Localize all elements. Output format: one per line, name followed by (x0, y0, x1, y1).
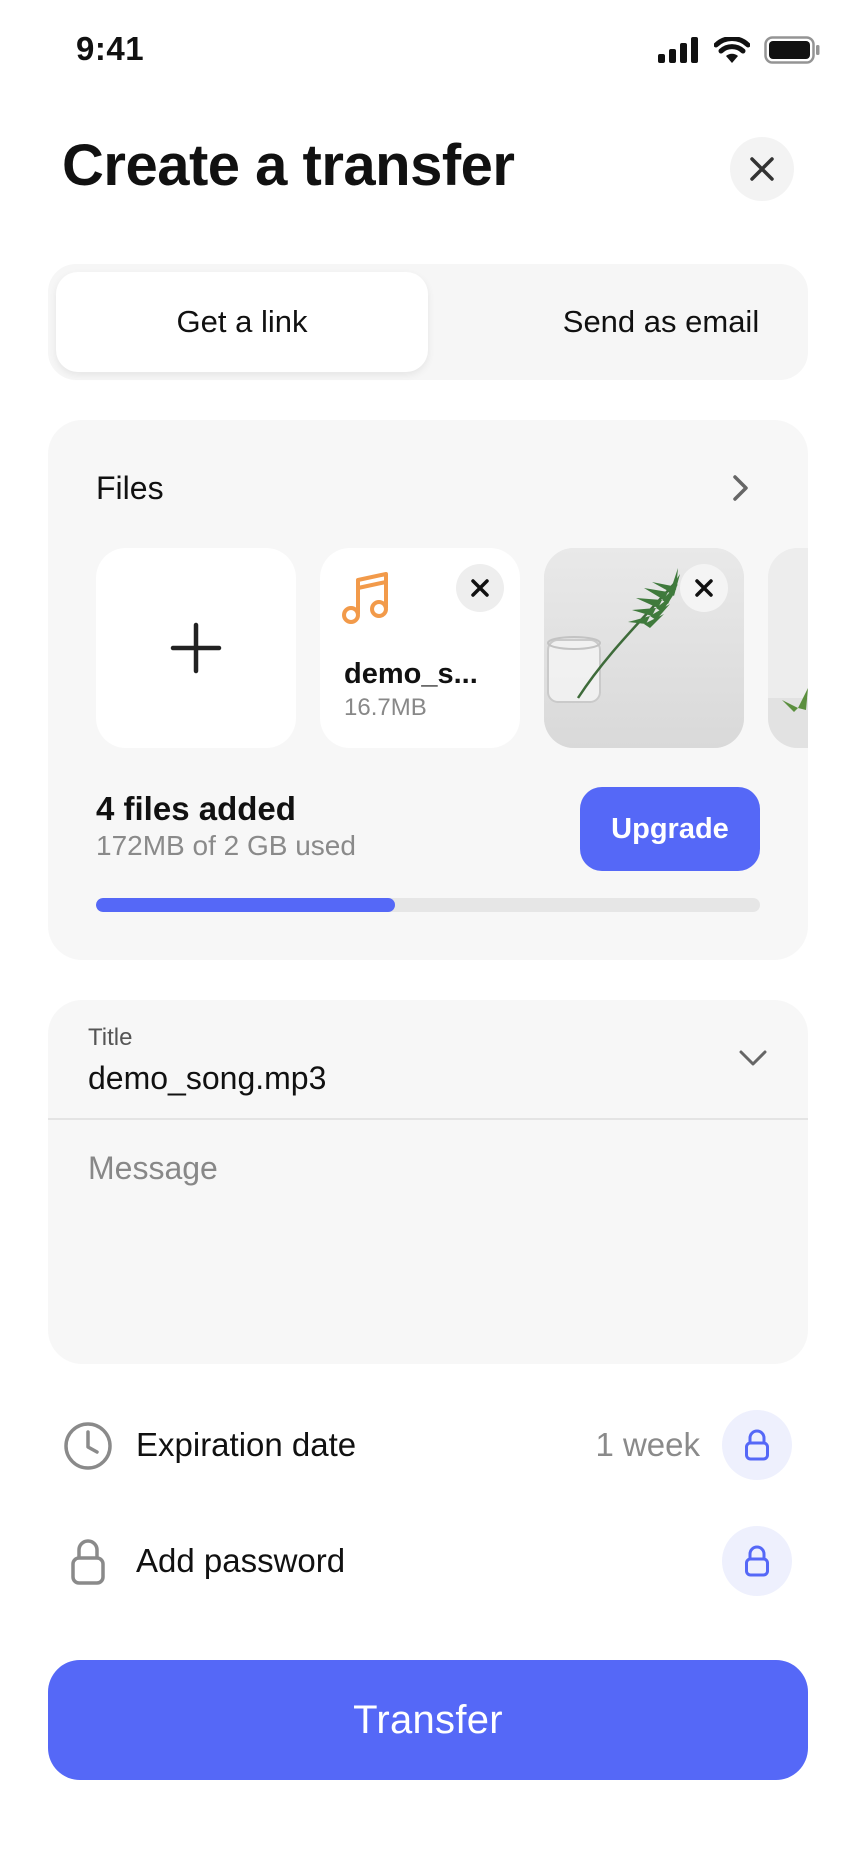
expiration-date-value: 1 week (595, 1426, 700, 1463)
storage-progress-bar (96, 898, 760, 912)
premium-lock-badge[interactable] (722, 1526, 792, 1596)
cellular-signal-icon (658, 37, 698, 63)
remove-file-button[interactable] (680, 564, 728, 612)
close-button[interactable] (730, 137, 794, 201)
lock-icon (745, 1429, 769, 1461)
tab-get-a-link[interactable]: Get a link (56, 272, 428, 372)
plant-photo-thumbnail (768, 548, 808, 748)
close-icon (471, 579, 489, 597)
chevron-right-icon[interactable] (728, 472, 752, 504)
add-file-button[interactable] (96, 548, 296, 748)
message-field[interactable]: Message (88, 1150, 768, 1340)
file-tile-audio[interactable]: demo_s... 16.7MB (320, 548, 520, 748)
add-password-label: Add password (136, 1542, 346, 1579)
title-field[interactable]: demo_song.mp3 (88, 1060, 326, 1097)
upgrade-button[interactable]: Upgrade (580, 787, 760, 871)
storage-usage: 172MB of 2 GB used (96, 830, 356, 861)
plus-icon (170, 622, 222, 674)
chevron-down-icon[interactable] (738, 1048, 768, 1068)
status-icons (658, 36, 820, 64)
file-tiles: demo_s... 16.7MB (96, 548, 808, 748)
premium-lock-badge[interactable] (722, 1410, 792, 1480)
battery-icon (764, 36, 820, 64)
expiration-date-row[interactable]: Expiration date 1 week (48, 1406, 808, 1486)
tab-send-as-email[interactable]: Send as email (476, 272, 846, 372)
wifi-icon (714, 36, 750, 63)
status-bar: 9:41 (0, 0, 856, 100)
lock-icon (745, 1545, 769, 1577)
transfer-details-form: Title demo_song.mp3 Message (48, 1000, 808, 1364)
transfer-mode-segmented-control: Get a link Send as email (48, 264, 808, 380)
file-tile-image[interactable] (768, 548, 808, 748)
files-header: Files (96, 470, 164, 506)
add-password-row[interactable]: Add password (48, 1522, 808, 1602)
remove-file-button[interactable] (456, 564, 504, 612)
file-name: demo_s... (344, 658, 478, 690)
clock-icon (60, 1418, 116, 1474)
divider (48, 1118, 808, 1120)
close-icon (750, 157, 774, 181)
close-icon (695, 579, 713, 597)
title-label: Title (88, 1024, 133, 1051)
expiration-date-label: Expiration date (136, 1426, 357, 1463)
page-title: Create a transfer (62, 133, 515, 198)
padlock-icon (60, 1534, 116, 1590)
file-tile-image[interactable] (544, 548, 744, 748)
transfer-button[interactable]: Transfer (48, 1660, 808, 1780)
storage-progress-fill (96, 898, 395, 912)
files-card: Files demo_s... 16.7MB 4 files added 172… (48, 420, 808, 960)
file-size: 16.7MB (344, 694, 427, 721)
files-count: 4 files added (96, 790, 296, 827)
status-time: 9:41 (76, 30, 145, 67)
music-note-icon (342, 572, 388, 624)
